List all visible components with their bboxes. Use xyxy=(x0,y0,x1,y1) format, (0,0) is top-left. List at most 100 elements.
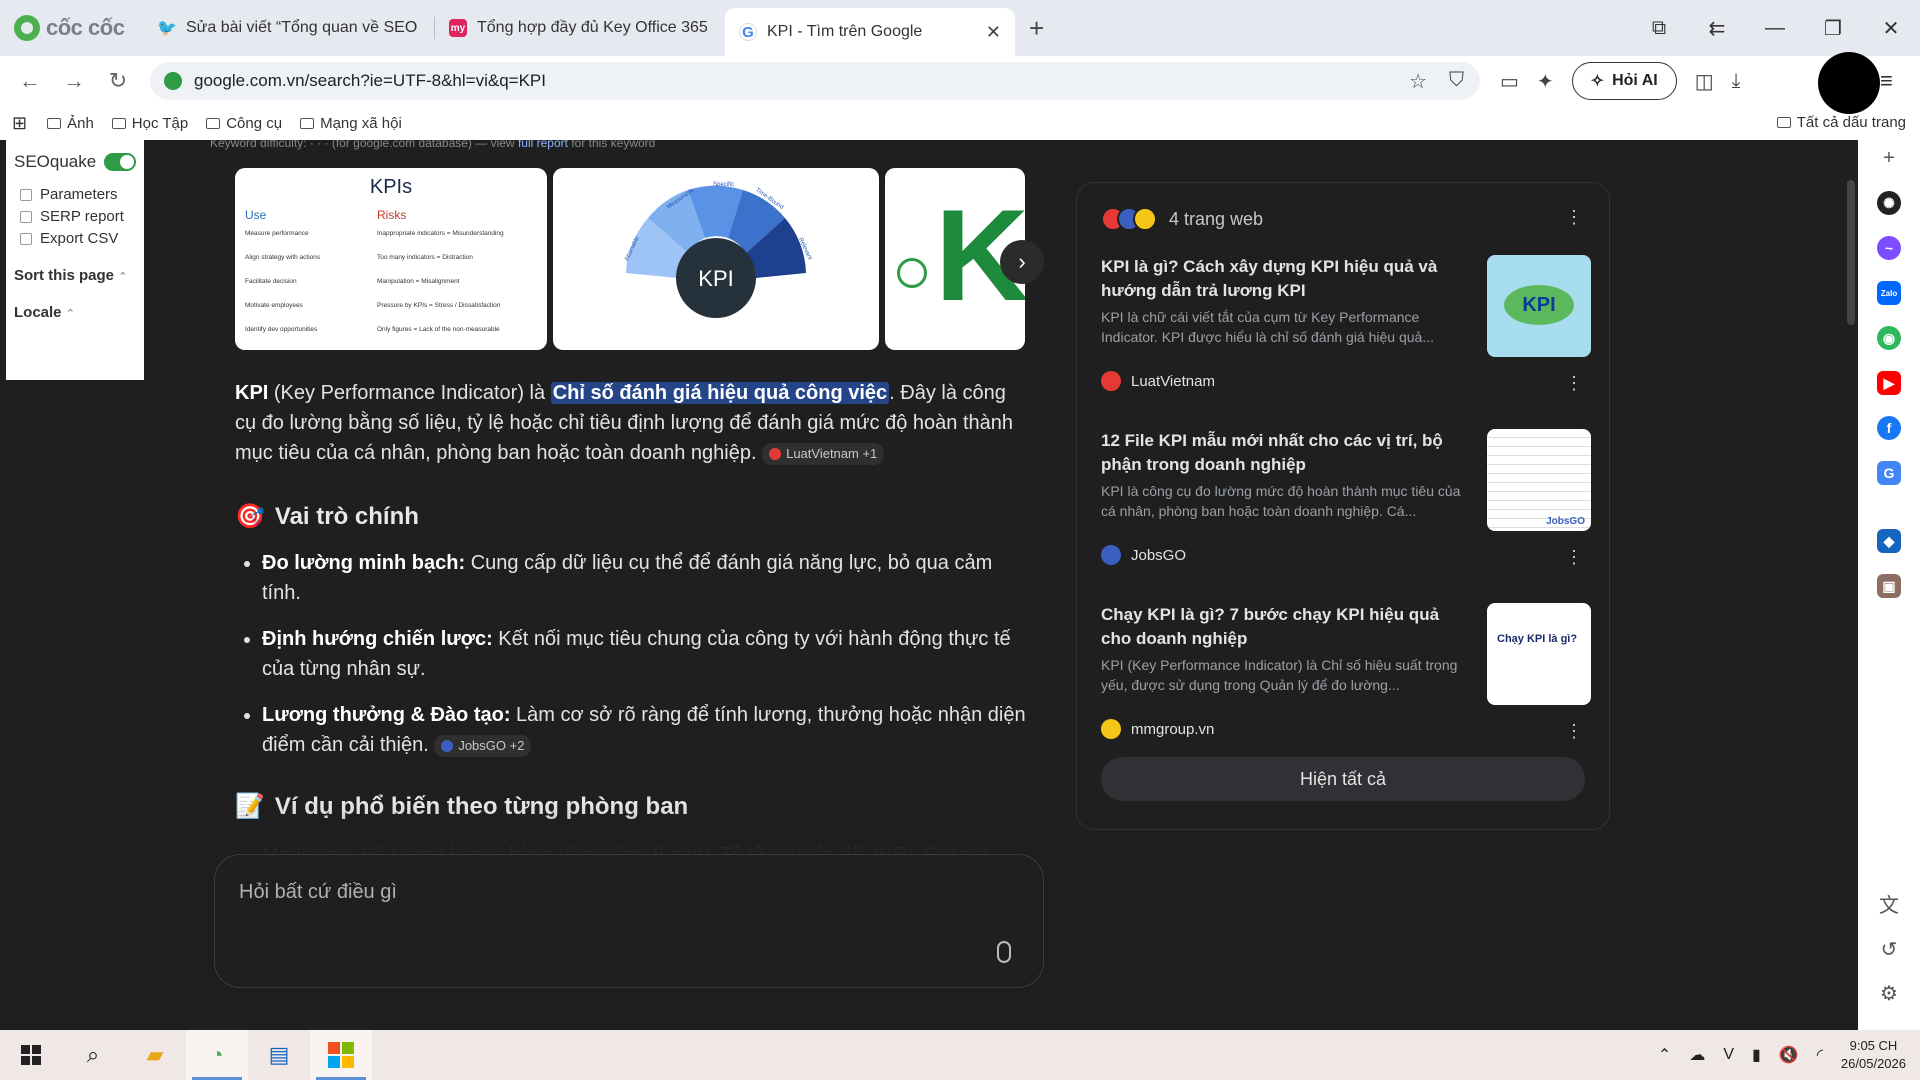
sort-this-page[interactable]: Sort this page ⌃ xyxy=(14,267,136,284)
start-button[interactable] xyxy=(0,1030,62,1080)
file-explorer-icon[interactable]: ▰ xyxy=(124,1030,186,1080)
screenshot-icon[interactable]: ⧉ xyxy=(1630,17,1688,40)
url-text[interactable]: google.com.vn/search?ie=UTF-8&hl=vi&q=KP… xyxy=(194,71,1409,91)
tab-office-key[interactable]: my Tổng hợp đầy đủ Key Office 365 xyxy=(435,8,725,48)
sort-label: Sort this page xyxy=(14,267,115,284)
back-icon[interactable]: ← xyxy=(8,68,52,94)
new-tab-button[interactable]: + xyxy=(1029,13,1044,44)
browser-sidebar: + ✺ ~ Zalo ◉ ▶ f G ◆ ▣ 文 ↺ ⚙ xyxy=(1858,140,1920,1030)
download-icon[interactable]: ⤓ xyxy=(1732,70,1741,93)
bookmark-label: Ảnh xyxy=(67,114,94,132)
office-taskbar-icon[interactable] xyxy=(310,1030,372,1080)
locale[interactable]: Locale ⌃ xyxy=(14,304,136,321)
image-smart-kpi[interactable]: KPI Specific Measurable Attainable Time-… xyxy=(553,168,879,350)
chevron-up-icon[interactable]: ⌃ xyxy=(1658,1045,1671,1065)
all-bookmarks[interactable]: Tất cả dấu trang xyxy=(1776,114,1906,131)
facebook-icon[interactable]: f xyxy=(1877,416,1901,440)
sidebar-toggle-icon[interactable]: ▭ xyxy=(1500,69,1519,94)
full-report-link[interactable]: full report xyxy=(518,140,568,150)
answer-highlight[interactable]: Chỉ số đánh giá hiệu quả công việc xyxy=(550,382,890,404)
minimize-button[interactable]: — xyxy=(1746,17,1804,40)
list-item: Lương thưởng & Đào tạo: Làm cơ sở rõ ràn… xyxy=(262,700,1032,760)
close-tab-icon[interactable]: ✕ xyxy=(986,22,1001,43)
seoquake-export-csv[interactable]: Export CSV xyxy=(14,230,136,247)
more-options-icon[interactable]: ⋮ xyxy=(1565,547,1583,568)
more-options-icon[interactable]: ⋮ xyxy=(1565,373,1583,394)
youtube-icon[interactable]: ▶ xyxy=(1877,371,1901,395)
source-title[interactable]: 12 File KPI mẫu mới nhất cho các vị trí,… xyxy=(1101,429,1471,477)
forward-icon[interactable]: → xyxy=(52,68,96,94)
game-icon[interactable]: ◉ xyxy=(1877,326,1901,350)
history-icon[interactable]: ↺ xyxy=(1877,938,1901,962)
star-icon[interactable]: ☆ xyxy=(1409,69,1427,94)
source-thumbnail: Chạy KPI là gì? xyxy=(1487,603,1591,705)
search-icon[interactable]: ⌕ xyxy=(62,1030,124,1080)
bookmark-folder-anh[interactable]: Ảnh xyxy=(47,115,94,132)
reload-icon[interactable]: ↻ xyxy=(96,68,140,94)
source-chip-jobsgo[interactable]: JobsGO +2 xyxy=(434,734,532,757)
shield-icon[interactable]: ⛉ xyxy=(1449,69,1464,94)
bookmark-folder-cong-cu[interactable]: Công cụ xyxy=(206,115,282,132)
store-icon[interactable]: ▤ xyxy=(248,1030,310,1080)
split-view-icon[interactable]: ◫ xyxy=(1695,69,1714,94)
show-all-button[interactable]: Hiện tất cả xyxy=(1101,757,1585,801)
target-icon: 🎯 xyxy=(235,503,265,530)
tab-google-kpi[interactable]: G KPI - Tìm trên Google ✕ xyxy=(725,8,1015,56)
bookmark-folder-mang-xa-hoi[interactable]: Mạng xã hội xyxy=(300,115,402,132)
report-icon xyxy=(20,210,32,223)
zalo-icon[interactable]: Zalo xyxy=(1877,281,1901,305)
seoquake-toggle[interactable] xyxy=(104,153,136,171)
battery-icon[interactable]: ▮ xyxy=(1752,1045,1761,1065)
more-options-icon[interactable]: ⋮ xyxy=(1565,207,1583,228)
source-title[interactable]: Chạy KPI là gì? 7 bước chạy KPI hiệu quả… xyxy=(1101,603,1471,651)
translate-icon[interactable]: G xyxy=(1877,461,1901,485)
carousel-next-button[interactable]: › xyxy=(1000,240,1044,284)
volume-mute-icon[interactable]: 🔇 xyxy=(1779,1045,1799,1065)
address-bar[interactable]: google.com.vn/search?ie=UTF-8&hl=vi&q=KP… xyxy=(150,62,1480,100)
menu-icon[interactable]: ≡ xyxy=(1880,68,1893,94)
ask-ai-button[interactable]: ✧ Hỏi AI xyxy=(1571,62,1677,100)
ask-anything-box[interactable]: Hỏi bất cứ điều gì xyxy=(214,854,1044,988)
sources-header[interactable]: 4 trang web xyxy=(1101,207,1263,231)
add-icon[interactable]: + xyxy=(1877,146,1901,170)
coccoc-taskbar-icon[interactable]: ◔ xyxy=(186,1030,248,1080)
coccoc-logo[interactable]: cốc cốc xyxy=(14,15,144,41)
chatgpt-icon[interactable]: ✺ xyxy=(1877,191,1901,215)
use-item: Motivate employees xyxy=(245,302,303,309)
vpn-icon[interactable]: V xyxy=(1723,1046,1734,1064)
source-item[interactable]: 12 File KPI mẫu mới nhất cho các vị trí,… xyxy=(1101,429,1591,565)
close-window-button[interactable]: ✕ xyxy=(1862,16,1920,41)
apps-grid-icon[interactable]: ⊞ xyxy=(12,113,27,134)
cloud-icon[interactable]: ☁ xyxy=(1689,1045,1705,1065)
seoquake-serp-report[interactable]: SERP report xyxy=(14,208,136,225)
settings-gear-icon[interactable]: ⚙ xyxy=(1877,982,1901,1006)
scrollbar-thumb[interactable] xyxy=(1847,180,1855,325)
profile-avatar[interactable] xyxy=(1818,52,1880,114)
item-label: Export CSV xyxy=(40,230,119,247)
wifi-icon[interactable]: ◜ xyxy=(1817,1045,1823,1065)
translate-page-icon[interactable]: 文 xyxy=(1877,894,1901,918)
back-history-icon[interactable]: ⇇ xyxy=(1688,16,1746,41)
image-carousel: KPIs Use Measure performance Align strat… xyxy=(235,168,1025,350)
clock[interactable]: 9:05 CH 26/05/2026 xyxy=(1841,1037,1906,1073)
use-item: Measure performance xyxy=(245,230,309,237)
tab-seo-post[interactable]: 🐦 Sửa bài viết “Tổng quan về SEO xyxy=(144,8,434,48)
date: 26/05/2026 xyxy=(1840,1056,1906,1071)
microphone-icon[interactable] xyxy=(997,941,1011,963)
source-site: JobsGO xyxy=(1101,545,1591,565)
more-options-icon[interactable]: ⋮ xyxy=(1565,721,1583,742)
seoquake-parameters[interactable]: Parameters xyxy=(14,186,136,203)
source-item[interactable]: Chạy KPI là gì? 7 bước chạy KPI hiệu quả… xyxy=(1101,603,1591,739)
page-scrollbar[interactable] xyxy=(1844,140,1858,1030)
messenger-icon[interactable]: ~ xyxy=(1877,236,1901,260)
photo-app-icon[interactable]: ▣ xyxy=(1877,574,1901,598)
source-title[interactable]: KPI là gì? Cách xây dựng KPI hiệu quả và… xyxy=(1101,255,1471,303)
maximize-button[interactable]: ❐ xyxy=(1804,16,1862,41)
image-kpis-use-risks[interactable]: KPIs Use Measure performance Align strat… xyxy=(235,168,547,350)
source-chip-luatvietnam[interactable]: LuatVietnam +1 xyxy=(762,442,885,465)
bookmark-folder-hoc-tap[interactable]: Học Tập xyxy=(111,115,188,132)
extensions-icon[interactable]: ✦ xyxy=(1537,69,1554,94)
source-item[interactable]: KPI là gì? Cách xây dựng KPI hiệu quả và… xyxy=(1101,255,1591,391)
app-icon[interactable]: ◆ xyxy=(1877,529,1901,553)
sources-panel: 4 trang web ⋮ KPI là gì? Cách xây dựng K… xyxy=(1076,182,1610,830)
